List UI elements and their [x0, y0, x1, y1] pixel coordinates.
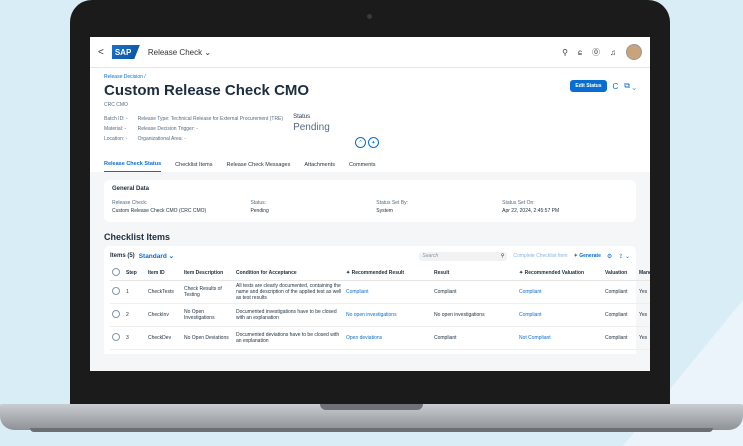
refresh-icon[interactable]: C	[613, 82, 619, 91]
recommended-valuation-link[interactable]: Compliant	[517, 303, 603, 327]
col-condition[interactable]: Condition for Acceptance	[234, 266, 344, 281]
table-row[interactable]: 1 CheckTests Check Results of Testing Al…	[110, 280, 650, 304]
checklist-table-card: Items (5) Standard ⌄ Search ⚲ Complete C…	[104, 246, 650, 354]
camera	[367, 14, 372, 19]
tab-attachments[interactable]: Attachments	[304, 162, 335, 172]
table-row[interactable]: 3 CheckDev No Open Deviations Documented…	[110, 326, 650, 350]
table-header-row: Step Item ID Item Description Condition …	[110, 266, 650, 281]
items-count: Items (5)	[110, 253, 135, 259]
col-valuation[interactable]: Valuation	[603, 266, 637, 281]
tab-bar: Release Check Status Checklist Items Rel…	[104, 154, 636, 172]
page-subtitle: CRC CMO	[104, 102, 128, 108]
share-icon[interactable]: ⧉ ⌄	[624, 81, 636, 91]
recommended-valuation-link[interactable]: Compliant	[517, 280, 603, 304]
table-toolbar: Items (5) Standard ⌄ Search ⚲ Complete C…	[110, 250, 630, 262]
recommended-result-link[interactable]: Compliant	[344, 280, 432, 304]
variant-selector[interactable]: Standard ⌄	[139, 252, 174, 260]
pin-header-icon[interactable]: ✦	[368, 137, 379, 148]
avatar[interactable]	[626, 44, 642, 60]
export-icon[interactable]: ⇪ ⌄	[618, 253, 630, 260]
app-title-menu[interactable]: Release Check ⌄	[148, 48, 211, 57]
row-select-radio[interactable]	[112, 310, 120, 318]
header-attributes-1: Batch ID: - Material: - Location: -	[104, 116, 128, 142]
col-result[interactable]: Result	[432, 266, 517, 281]
col-step[interactable]: Step	[124, 266, 146, 281]
table-row[interactable]: 2 CheckInv No Open Investigations Docume…	[110, 303, 650, 327]
col-item-id[interactable]: Item ID	[146, 266, 182, 281]
search-icon[interactable]: ⚲	[501, 253, 505, 259]
edit-status-button[interactable]: Edit Status	[570, 80, 607, 92]
collapse-header-icon[interactable]: ^	[355, 137, 366, 148]
recommended-result-link[interactable]: No open investigations	[344, 303, 432, 327]
settings-icon[interactable]: ⚙	[607, 253, 612, 260]
col-recommended-result[interactable]: ✦ Recommended Result	[344, 266, 432, 281]
col-mandatory[interactable]: Mandatory	[637, 266, 650, 281]
search-input[interactable]: Search ⚲	[419, 251, 508, 261]
general-data-title: General Data	[112, 186, 150, 192]
complete-checklist-item-button[interactable]: Complete Checklist Item	[513, 253, 567, 259]
screen: < SAP Release Check ⌄ ⚲ ɕ ⓪ ♫ Release De…	[90, 37, 650, 371]
sap-logo[interactable]: SAP	[111, 45, 140, 59]
tab-release-check-messages[interactable]: Release Check Messages	[226, 162, 290, 172]
general-data-card: General Data Release Check: Custom Releas…	[104, 180, 636, 222]
col-recommended-valuation[interactable]: ✦ Recommended Valuation	[517, 266, 603, 281]
object-header: Release Decision / Custom Release Check …	[90, 68, 650, 172]
checklist-table: Step Item ID Item Description Condition …	[110, 266, 650, 350]
help-icon[interactable]: ⓪	[592, 47, 600, 58]
tab-checklist-items[interactable]: Checklist Items	[175, 162, 212, 172]
checklist-section-title: Checklist Items	[104, 232, 171, 242]
col-item-description[interactable]: Item Description	[182, 266, 234, 281]
status-value: Pending	[293, 122, 330, 133]
breadcrumb[interactable]: Release Decision /	[104, 74, 636, 80]
page-title: Custom Release Check CMO	[104, 82, 310, 99]
status-block: Status Pending	[293, 114, 330, 133]
recommended-result-link[interactable]: Open deviations	[344, 326, 432, 350]
copilot-icon[interactable]: ɕ	[578, 48, 582, 57]
laptop-edge	[30, 428, 713, 432]
header-attributes-2: Release Type: Technical Release for Exte…	[137, 116, 284, 142]
recommended-valuation-link[interactable]: Not Compliant	[517, 326, 603, 350]
row-select-radio[interactable]	[112, 333, 120, 341]
row-select-radio[interactable]	[112, 287, 120, 295]
shell-bar: < SAP Release Check ⌄ ⚲ ɕ ⓪ ♫	[90, 37, 650, 68]
laptop-notch	[320, 404, 423, 410]
col-select[interactable]	[110, 266, 124, 281]
tab-comments[interactable]: Comments	[349, 162, 376, 172]
search-icon[interactable]: ⚲	[562, 48, 568, 57]
bell-icon[interactable]: ♫	[610, 48, 616, 57]
tab-release-check-status[interactable]: Release Check Status	[104, 161, 162, 172]
laptop-frame: < SAP Release Check ⌄ ⚲ ɕ ⓪ ♫ Release De…	[70, 0, 670, 418]
back-button[interactable]: <	[98, 47, 104, 58]
generate-button[interactable]: ✦ Generate	[574, 253, 601, 259]
